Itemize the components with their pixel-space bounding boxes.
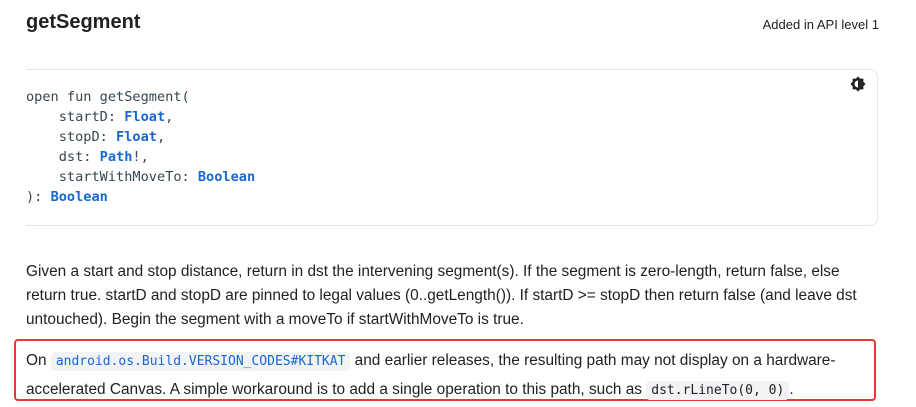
param-separator: , — [156, 129, 166, 145]
param-startwithmoveto-name: startWithMoveTo: — [26, 169, 198, 185]
theme-toggle-button[interactable] — [849, 75, 867, 93]
param-dst-name: dst: — [26, 149, 100, 165]
note-prefix: On — [26, 352, 51, 369]
method-title: getSegment — [26, 11, 141, 33]
rlineto-code: dst.rLineTo(0, 0) — [646, 381, 790, 400]
method-signature: open fun getSegment( startD: Float, stop… — [26, 87, 255, 207]
code-line-open: open fun getSegment( — [26, 89, 190, 105]
method-description: Given a start and stop distance, return … — [26, 263, 857, 328]
note-suffix: . — [789, 381, 794, 398]
param-startd-name: startD: — [26, 109, 125, 125]
brightness-icon — [850, 76, 866, 92]
param-stopd-type[interactable]: Float — [116, 129, 157, 145]
param-separator: , — [165, 109, 174, 125]
param-dst-type[interactable]: Path — [100, 149, 133, 165]
note-text: On android.os.Build.VERSION_CODES#KITKAT… — [26, 347, 872, 405]
code-block: open fun getSegment( startD: Float, stop… — [26, 69, 878, 226]
code-close-paren: ): — [26, 189, 51, 205]
compatibility-note: On android.os.Build.VERSION_CODES#KITKAT… — [14, 339, 876, 401]
kitkat-link[interactable]: android.os.Build.VERSION_CODES#KITKAT — [50, 352, 351, 371]
param-stopd-name: stopD: — [26, 129, 117, 145]
return-type[interactable]: Boolean — [51, 189, 108, 205]
param-startwithmoveto-type[interactable]: Boolean — [198, 169, 255, 185]
param-startd-type[interactable]: Float — [124, 109, 165, 125]
api-level-label: Added in API level 1 — [762, 17, 879, 32]
param-separator: !, — [132, 149, 149, 165]
